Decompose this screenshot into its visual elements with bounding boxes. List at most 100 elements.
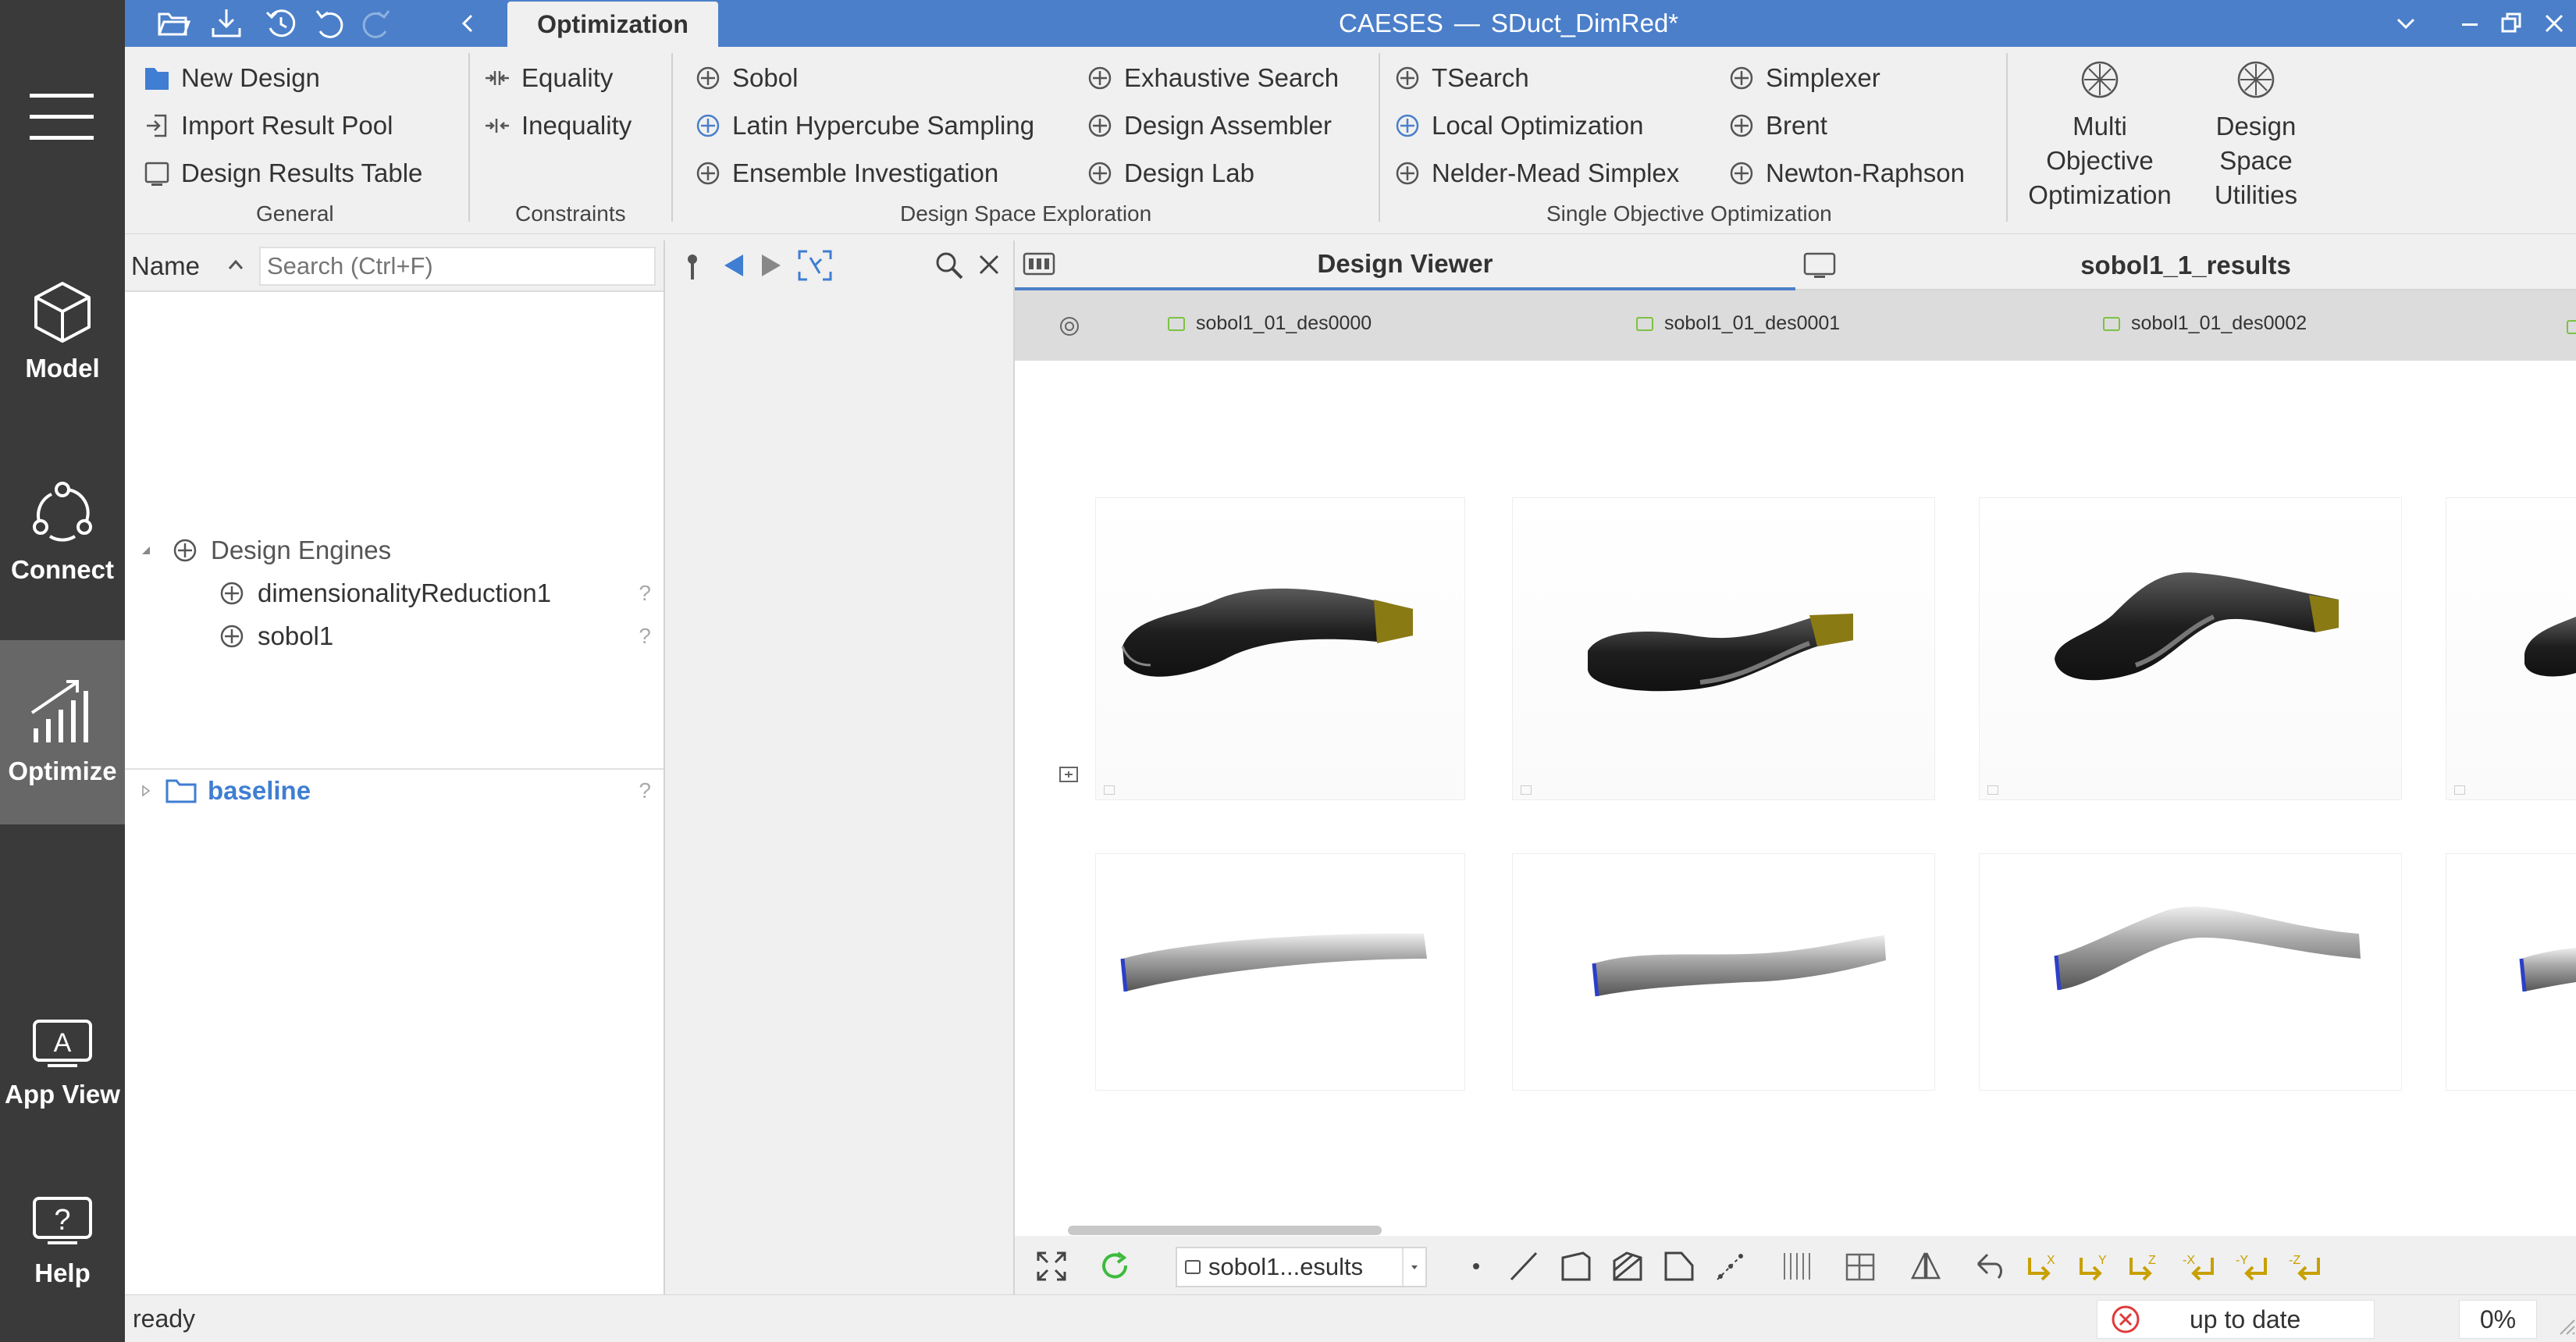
column-des0000[interactable]: sobol1_01_des0000 (1168, 312, 1372, 335)
target-icon[interactable] (1059, 315, 1080, 337)
sobol-button[interactable]: Sobol (695, 57, 798, 99)
tree-item-baseline[interactable]: baseline ? (141, 770, 664, 812)
new-design-button[interactable]: New Design (144, 57, 320, 99)
nav-optimize[interactable]: Optimize (0, 640, 125, 824)
hatch-lines-icon[interactable] (1780, 1250, 1813, 1283)
row-geometry-icon[interactable] (1059, 765, 1079, 784)
nav-model-label: Model (25, 354, 100, 383)
help-mark[interactable]: ? (639, 624, 651, 649)
design-results-table-button[interactable]: Design Results Table (144, 152, 422, 194)
view-minus-z-icon[interactable]: -Z (2287, 1250, 2320, 1283)
nelder-mead-button[interactable]: Nelder-Mead Simplex (1394, 152, 1679, 194)
fullscreen-icon[interactable] (1035, 1250, 1068, 1283)
inequality-label: Inequality (521, 111, 632, 140)
design-lab-button[interactable]: Design Lab (1087, 152, 1254, 194)
grid-icon[interactable] (1844, 1250, 1877, 1283)
tab-design-viewer[interactable]: Design Viewer (1015, 240, 1795, 290)
surface-mesh-icon[interactable] (1611, 1250, 1644, 1283)
previous-arrow-icon[interactable] (720, 251, 748, 279)
surface-flat-icon[interactable] (1663, 1250, 1695, 1283)
brent-button[interactable]: Brent (1728, 105, 1827, 147)
expand-arrow-icon[interactable] (141, 785, 151, 797)
collapse-arrow-icon[interactable] (141, 545, 151, 556)
view-minus-y-icon[interactable]: -Y (2234, 1250, 2267, 1283)
design-cell-geometry-1[interactable] (1513, 498, 1934, 799)
history-icon[interactable] (264, 6, 298, 41)
latin-hypercube-button[interactable]: Latin Hypercube Sampling (695, 105, 1034, 147)
save-download-icon[interactable] (209, 6, 244, 41)
column-des0001[interactable]: sobol1_01_des0001 (1636, 312, 1840, 335)
group-soo-label: Single Objective Optimization (1546, 201, 1832, 226)
view-plus-z-icon[interactable]: Z (2128, 1250, 2161, 1283)
sync-status[interactable]: up to date (2097, 1300, 2375, 1339)
name-column-header[interactable]: Name (131, 251, 200, 281)
pin-icon[interactable] (681, 250, 704, 283)
dataset-dropdown[interactable]: sobol1...esults (1176, 1247, 1427, 1287)
column-label: sobol1_01_des0002 (2131, 312, 2307, 334)
column-des0002[interactable]: sobol1_01_des0002 (2103, 312, 2307, 335)
line-tool-icon[interactable] (1507, 1250, 1539, 1283)
newton-raphson-label: Newton-Raphson (1766, 158, 1965, 187)
design-cell-geometry-2[interactable] (1980, 498, 2401, 799)
mirror-icon[interactable] (1909, 1250, 1942, 1283)
fit-selection-icon[interactable] (798, 250, 832, 281)
tree-item-design-engines[interactable]: Design Engines (141, 529, 391, 571)
tree-item-dimensionality-reduction[interactable]: dimensionalityReduction1 ? (219, 572, 664, 614)
nav-connect[interactable]: Connect (0, 443, 125, 623)
surface-tool-icon[interactable] (1560, 1250, 1592, 1283)
horizontal-scrollbar[interactable] (1068, 1226, 1382, 1235)
tree-item-sobol1[interactable]: sobol1 ? (219, 615, 664, 657)
design-cell-shape-0[interactable] (1096, 854, 1464, 1090)
point-mode-icon[interactable] (1460, 1250, 1493, 1283)
view-plus-x-icon[interactable]: X (2026, 1250, 2059, 1283)
view-minus-x-icon[interactable]: -X (2181, 1250, 2214, 1283)
curve-points-icon[interactable] (1714, 1250, 1747, 1283)
nav-app-view[interactable]: A App View (0, 990, 125, 1138)
resize-grip-icon[interactable] (2553, 1312, 2576, 1336)
equality-button[interactable]: Equality (484, 57, 613, 99)
viewer-tab-bar: Design Viewer sobol1_1_results (1015, 240, 2576, 290)
ribbon-separator (2006, 53, 2008, 222)
nav-app-view-label: App View (5, 1080, 120, 1109)
design-cell-shape-2[interactable] (1980, 854, 2401, 1090)
next-arrow-icon[interactable] (757, 251, 785, 279)
design-assembler-button[interactable]: Design Assembler (1087, 105, 1332, 147)
exhaustive-search-button[interactable]: Exhaustive Search (1087, 57, 1339, 99)
design-cell-geometry-0[interactable] (1096, 498, 1464, 799)
sort-ascending-icon[interactable] (222, 251, 250, 279)
clear-icon[interactable] (976, 251, 1002, 278)
nav-model[interactable]: Model (0, 242, 125, 422)
chevron-down-icon[interactable] (2389, 6, 2423, 41)
import-result-pool-button[interactable]: Import Result Pool (144, 105, 393, 147)
view-undo-icon[interactable] (1973, 1250, 2006, 1283)
simplexer-button[interactable]: Simplexer (1728, 57, 1880, 99)
search-icon[interactable] (934, 250, 965, 281)
tab-sobol1-1-results[interactable]: sobol1_1_results (1795, 240, 2576, 290)
menu-hamburger-icon[interactable] (30, 92, 94, 142)
design-space-utilities-button[interactable]: Design Space Utilities (2201, 59, 2311, 212)
design-cell-geometry-3[interactable] (2446, 498, 2576, 799)
nav-optimize-label: Optimize (8, 756, 117, 785)
multi-objective-optimization-button[interactable]: Multi Objective Optimization (2022, 59, 2178, 212)
nav-help[interactable]: ? Help (0, 1168, 125, 1316)
inequality-button[interactable]: Inequality (484, 105, 632, 147)
undo-icon[interactable] (312, 6, 347, 41)
back-chevron-icon[interactable] (451, 6, 486, 41)
help-mark[interactable]: ? (639, 581, 651, 606)
design-cell-shape-3[interactable] (2446, 854, 2576, 1090)
refresh-icon[interactable] (1099, 1250, 1132, 1283)
redo-icon[interactable] (359, 6, 393, 41)
help-mark[interactable]: ? (639, 778, 651, 803)
minimize-icon[interactable] (2453, 6, 2487, 41)
restore-icon[interactable] (2495, 6, 2529, 41)
local-optimization-button[interactable]: Local Optimization (1394, 105, 1643, 147)
tsearch-button[interactable]: TSearch (1394, 57, 1529, 99)
tab-optimization[interactable]: Optimization (507, 2, 718, 47)
ensemble-investigation-button[interactable]: Ensemble Investigation (695, 152, 998, 194)
open-folder-icon[interactable] (156, 6, 190, 41)
tree-search-input[interactable] (259, 247, 656, 286)
design-cell-shape-1[interactable] (1513, 854, 1934, 1090)
close-icon[interactable] (2537, 6, 2571, 41)
newton-raphson-button[interactable]: Newton-Raphson (1728, 152, 1965, 194)
view-plus-y-icon[interactable]: Y (2078, 1250, 2111, 1283)
